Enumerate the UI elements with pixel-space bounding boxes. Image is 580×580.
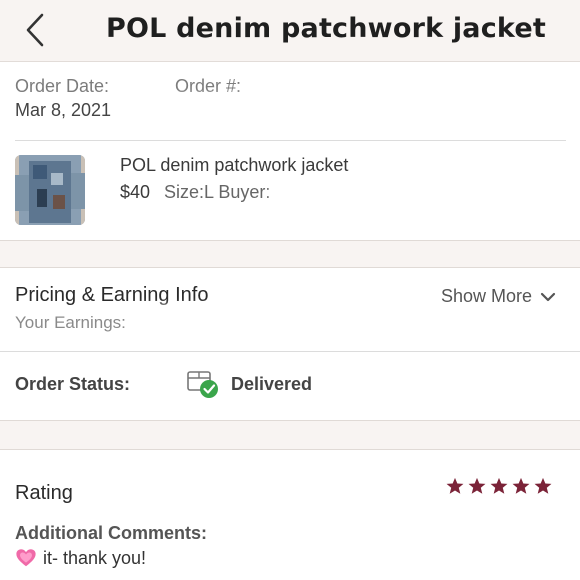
order-number-label: Order #: [175,76,242,96]
show-more-button[interactable]: Show More [441,286,556,307]
order-status-row: Order Status: Delivered [0,352,580,420]
page-title: POL denim patchwork jacket [106,13,546,44]
item-thumbnail[interactable] [15,155,85,225]
order-status-value: Delivered [231,374,313,394]
order-date-value: Mar 8, 2021 [15,100,112,120]
back-button[interactable] [22,12,50,48]
jacket-photo-icon [15,155,85,225]
section-gap [0,420,580,450]
item-title: POL denim patchwork jacket [120,155,349,175]
show-more-label: Show More [440,286,532,306]
earnings-label: Your Earnings: [15,313,126,332]
earnings-redacted [136,306,236,346]
chevron-left-icon [26,13,44,47]
item-price: $40 [120,182,151,202]
chevron-down-icon [540,292,556,301]
item-size-buyer: Size:L Buyer: [164,182,271,202]
additional-comments-label: Additional Comments: [15,523,207,543]
order-meta: Order Date: Mar 8, 2021 Order #: ■■■■■■■… [0,62,580,140]
redaction-mask [140,96,440,128]
comment: it- thank you! [15,547,146,569]
app-header: POL denim patchwork jacket [0,0,580,62]
section-gap [0,240,580,268]
heart-emoji-icon [16,549,36,567]
package-delivered-icon [187,371,218,398]
order-date-label: Order Date: [15,76,110,96]
comment-text: it- thank you! [43,547,147,568]
star-icon [468,477,486,494]
order-item[interactable]: POL denim patchwork jacket $40 Size:L Bu… [0,141,580,240]
rating-section: Rating Additional Comments: it- thank yo… [0,450,580,580]
pricing-title: Pricing & Earning Info [15,284,209,306]
rating-title: Rating [15,482,73,504]
star-icon [490,477,508,494]
order-status-label: Order Status: [15,374,131,394]
redaction-mask [272,179,402,231]
star-icon [534,477,552,494]
star-rating [446,477,552,495]
pricing-section: Pricing & Earning Info Show More Your Ea… [0,268,580,351]
star-icon [446,477,464,494]
star-icon [512,477,530,494]
